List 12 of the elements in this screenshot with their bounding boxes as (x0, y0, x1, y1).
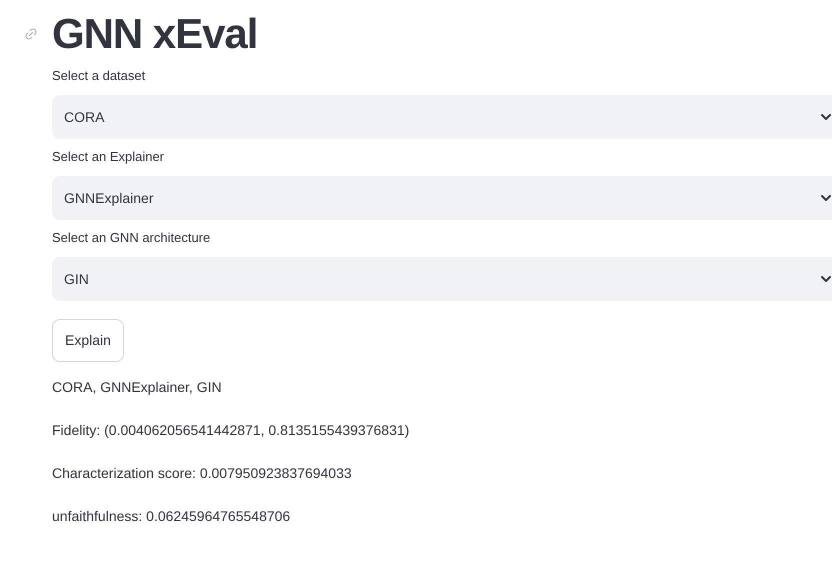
explain-button[interactable]: Explain (52, 319, 124, 362)
field-label: Select an Explainer (52, 149, 166, 165)
result-text: Characterization score: 0.007950923837694033 (52, 464, 353, 483)
select-field[interactable]: GIN (52, 257, 832, 301)
select-field[interactable]: CORA (52, 95, 832, 139)
select-field[interactable]: GNNExplainer (52, 176, 832, 220)
result-text: unfaithfulness: 0.06245964765548706 (52, 507, 292, 526)
page-title: GNN xEval (52, 13, 258, 55)
field-label: Select a dataset (52, 68, 146, 84)
result-text: Fidelity: (0.004062056541442871, 0.8135155439376831) (52, 421, 410, 440)
result-text: CORA, GNNExplainer, GIN (52, 378, 223, 397)
field-label: Select an GNN architecture (52, 230, 212, 246)
